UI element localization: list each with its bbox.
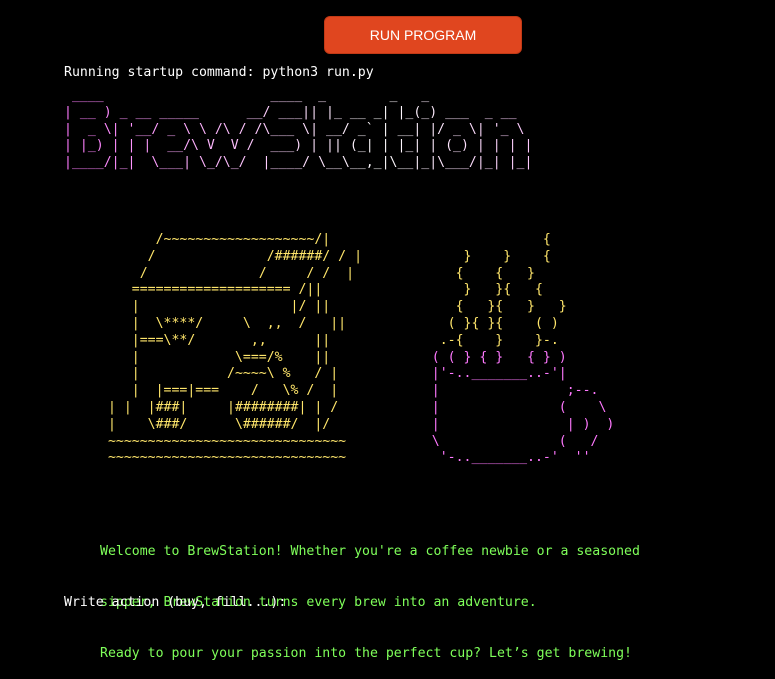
coffee-cup-art: { } } { { { } } }{ { { }{ } } ( }{ }{ ( … — [400, 232, 615, 467]
steam-art: { } } { { { } } }{ { { }{ } } ( }{ }{ ( … — [439, 232, 567, 348]
cup-art: ( ( } { } { } ) |'-.._______..-'| | ;--.… — [431, 349, 615, 466]
welcome-line-3: Ready to pour your passion into the perf… — [100, 646, 632, 661]
startup-line: Running startup command: python3 run.py — [64, 65, 374, 80]
coffee-machine-art: /~~~~~~~~~~~~~~~~~~~/| / /######/ / | / … — [107, 232, 363, 466]
brewstation-logo-art: ____ ____ _ _ _ | __ ) _ __ _____ __/ __… — [64, 88, 764, 188]
run-program-button[interactable]: RUN PROGRAM — [324, 16, 522, 54]
action-prompt[interactable]: Write action (buy, fill...): — [64, 594, 286, 611]
welcome-line-1: Welcome to BrewStation! Whether you're a… — [100, 544, 640, 559]
